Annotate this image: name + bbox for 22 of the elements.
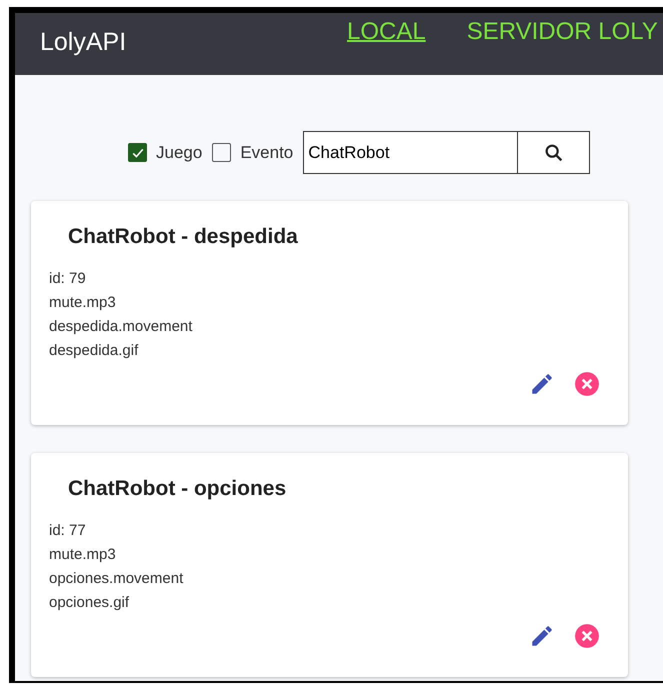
card-detail: despedida.gif [49, 341, 140, 361]
checkbox-label: Juego [156, 142, 202, 162]
card-detail: opciones.gif [49, 593, 130, 613]
card-detail: mute.mp3 [49, 293, 117, 313]
card-detail: mute.mp3 [49, 545, 117, 565]
checkbox[interactable] [212, 143, 232, 162]
delete-icon[interactable] [574, 371, 600, 397]
card-detail: opciones.movement [49, 569, 184, 589]
checkbox[interactable] [128, 143, 147, 162]
card-title: ChatRobot - opciones [68, 477, 288, 501]
card-detail: id: 77 [49, 521, 87, 541]
card-detail: despedida.movement [49, 317, 194, 337]
app-title: LolyAPI [40, 28, 128, 57]
nav-link[interactable]: SERVIDOR LOLY [466, 18, 658, 46]
search-icon [542, 142, 565, 164]
search-field[interactable]: ChatRobot [303, 131, 518, 174]
search-button[interactable] [518, 131, 590, 174]
delete-icon[interactable] [574, 623, 600, 649]
nav-link[interactable]: LOCAL [347, 18, 426, 46]
card-detail: id: 79 [49, 269, 87, 289]
card-title: ChatRobot - despedida [68, 225, 299, 249]
checkbox-label: Evento [240, 142, 294, 162]
